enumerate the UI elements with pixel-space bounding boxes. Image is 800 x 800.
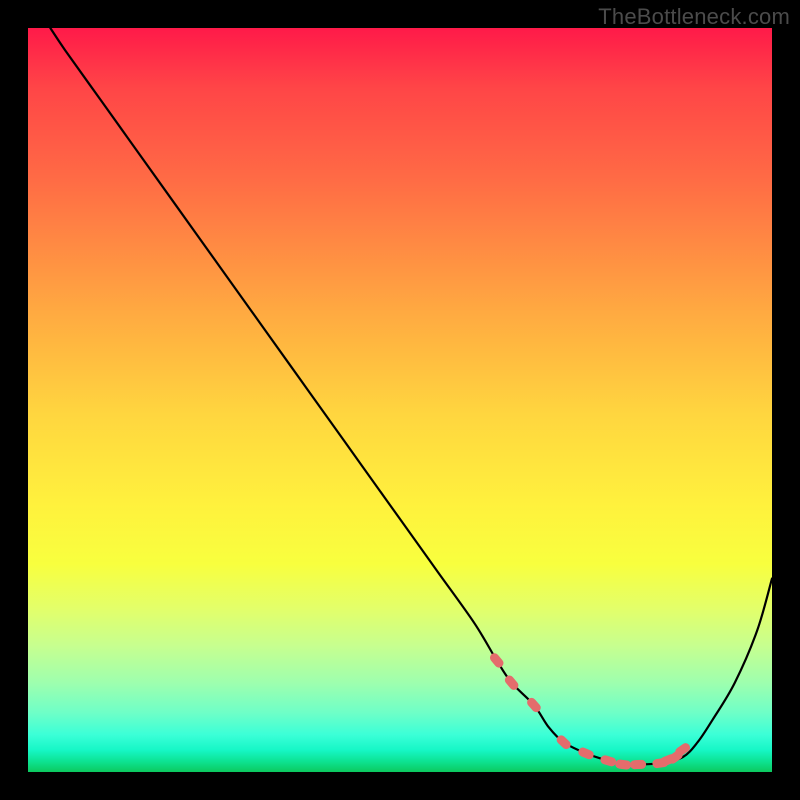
plot-area [28, 28, 772, 772]
bottleneck-curve [50, 28, 772, 765]
optimal-range-markers [488, 651, 692, 770]
marker-capsule [577, 746, 595, 760]
watermark-text: TheBottleneck.com [598, 4, 790, 30]
marker-capsule [615, 759, 632, 770]
chart-frame: TheBottleneck.com [0, 0, 800, 800]
bottleneck-curve-svg [28, 28, 772, 772]
marker-capsule [599, 754, 617, 767]
marker-capsule [630, 760, 646, 770]
marker-capsule [488, 651, 505, 669]
